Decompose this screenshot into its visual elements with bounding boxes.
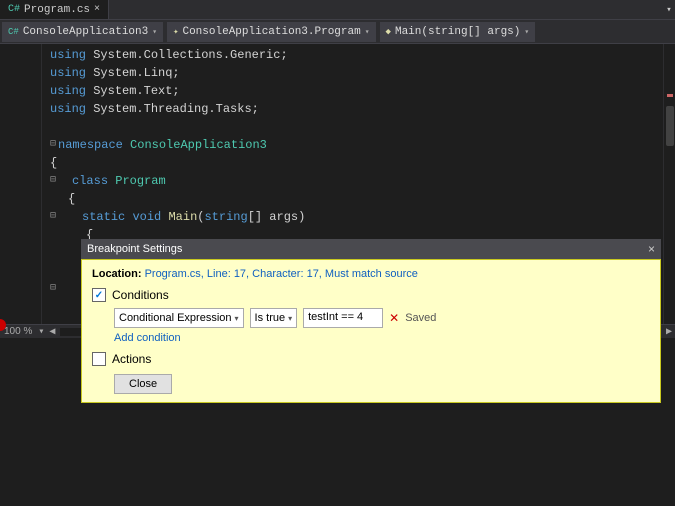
bp-panel-title: Breakpoint Settings [87, 243, 182, 255]
namespace-arrow-icon: ▾ [152, 27, 157, 37]
cond-mode-label: Is true [255, 312, 286, 324]
class-arrow-icon: ▾ [365, 27, 370, 37]
method-label: Main(string[] args) [395, 26, 520, 38]
cond-value-input[interactable]: testInt == 4 [303, 308, 383, 328]
toolbar-close-button[interactable]: ▾ [663, 0, 675, 19]
cond-type-arrow-icon: ▾ [235, 314, 239, 323]
cond-mode-select[interactable]: Is true ▾ [250, 308, 298, 328]
file-tab[interactable]: C# Program.cs × [0, 0, 109, 19]
bp-location-link[interactable]: Program.cs, Line: 17, Character: 17, Mus… [145, 268, 418, 280]
bp-panel-header: Breakpoint Settings × [81, 239, 661, 259]
bp-close-button[interactable]: Close [114, 374, 172, 394]
class-dropdown[interactable]: ✦ ConsoleApplication3.Program ▾ [167, 22, 375, 42]
breakpoint-indicator [0, 319, 6, 331]
vertical-scrollbar[interactable] [663, 44, 675, 324]
cond-type-label: Conditional Expression [119, 312, 232, 324]
method-dropdown[interactable]: ◆ Main(string[] args) ▾ [380, 22, 536, 42]
title-bar: C# Program.cs × ▾ [0, 0, 675, 20]
class-label: ConsoleApplication3.Program [182, 26, 360, 38]
cond-mode-arrow-icon: ▾ [288, 314, 292, 323]
file-tab-icon: C# [8, 4, 20, 15]
conditions-label: Conditions [112, 288, 169, 302]
tab-close-button[interactable]: × [94, 4, 100, 15]
cond-expr-row: Conditional Expression ▾ Is true ▾ testI… [114, 308, 650, 328]
cond-clear-button[interactable]: ✕ [389, 311, 399, 325]
editor-area: using System.Collections.Generic; using … [0, 44, 675, 324]
breakpoint-settings-panel: Breakpoint Settings × Location: Program.… [81, 239, 661, 403]
actions-checkbox[interactable] [92, 352, 106, 366]
scroll-right-button[interactable]: ▶ [663, 326, 675, 338]
scrollbar-thumb[interactable] [666, 106, 674, 146]
actions-row: Actions [92, 352, 650, 366]
nav-bar: C# ConsoleApplication3 ▾ ✦ ConsoleApplic… [0, 20, 675, 44]
conditions-row: Conditions [92, 288, 650, 302]
method-arrow-icon: ▾ [524, 27, 529, 37]
line-numbers [0, 44, 42, 324]
cond-saved-label: Saved [405, 312, 436, 324]
namespace-label: ConsoleApplication3 [23, 26, 148, 38]
bp-panel-content: Location: Program.cs, Line: 17, Characte… [81, 259, 661, 403]
namespace-dropdown[interactable]: C# ConsoleApplication3 ▾ [2, 22, 163, 42]
cond-value-text: testInt == 4 [308, 311, 363, 323]
add-condition-link[interactable]: Add condition [114, 332, 650, 344]
scrollbar-error-marker [667, 94, 673, 97]
zoom-arrow-icon[interactable]: ▾ [36, 326, 46, 338]
bp-location-row: Location: Program.cs, Line: 17, Characte… [92, 268, 650, 280]
bp-location-label: Location: [92, 268, 142, 280]
cond-type-select[interactable]: Conditional Expression ▾ [114, 308, 244, 328]
actions-label: Actions [112, 352, 151, 366]
file-tab-label: Program.cs [24, 4, 90, 16]
scroll-left-button[interactable]: ◀ [46, 326, 58, 338]
conditions-checkbox[interactable] [92, 288, 106, 302]
bp-panel-close-button[interactable]: × [648, 242, 655, 256]
